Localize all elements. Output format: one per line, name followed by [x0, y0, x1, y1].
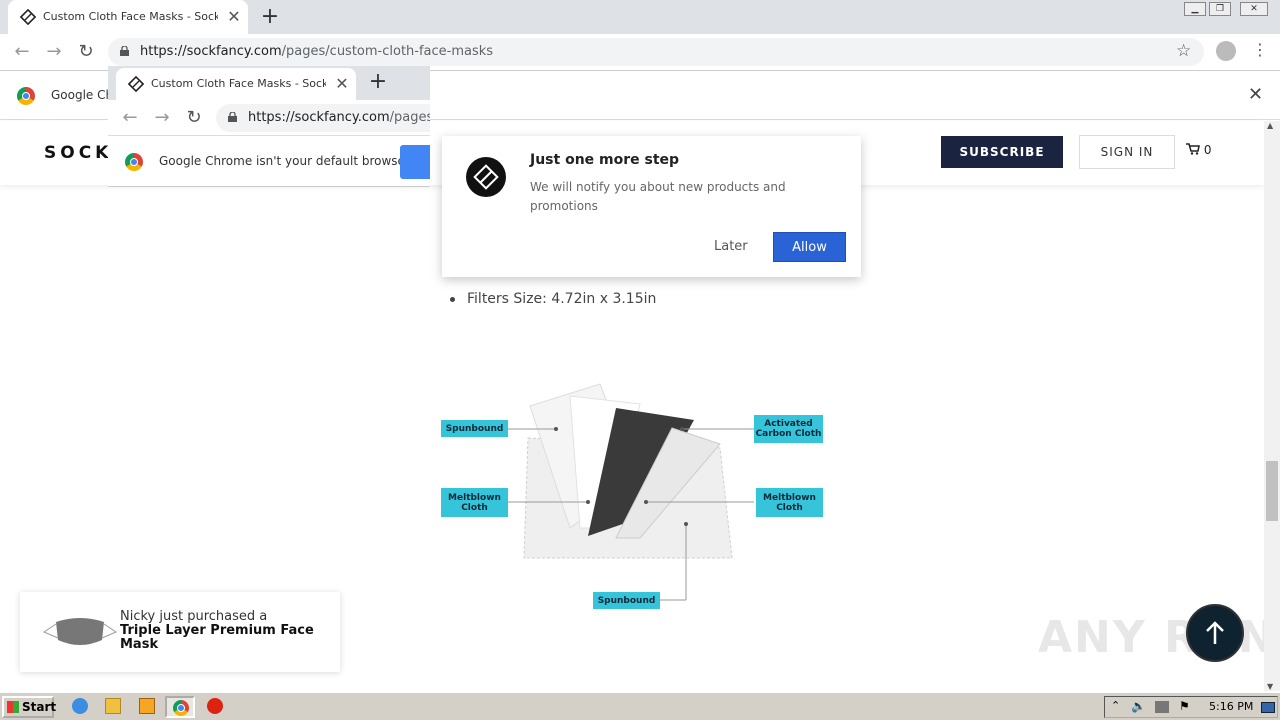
bookmark-star-icon[interactable]: ☆ [1176, 41, 1191, 61]
cart-button[interactable]: 0 [1186, 143, 1211, 157]
overlay-tab-close-icon[interactable]: ✕ [334, 74, 350, 93]
face-mask-thumbnail-icon [42, 618, 118, 645]
menu-dots-icon[interactable]: ⋮ [1252, 40, 1268, 59]
overlay-tab-title: Custom Cloth Face Masks - Sock Fan [151, 77, 326, 90]
overlay-toolbar: ← → ↻ https://sockfancy.com/pages [108, 100, 430, 136]
scroll-down-arrow-icon[interactable]: ▼ [1267, 682, 1273, 691]
show-desktop-icon[interactable] [1261, 702, 1275, 713]
ie-icon[interactable] [72, 698, 88, 714]
infobar-text: Google Ch [51, 88, 114, 102]
popup-message: We will notify you about new products an… [530, 180, 786, 213]
brand-logo-icon [466, 157, 506, 197]
overlay-back-arrow-icon[interactable]: ← [118, 106, 142, 130]
site-favicon-icon [20, 9, 36, 25]
new-tab-button[interactable]: + [258, 4, 282, 29]
cart-count: 0 [1203, 143, 1212, 157]
restore-button[interactable]: ❐ [1209, 2, 1231, 16]
purchase-toast[interactable]: Nicky just purchased a Triple Layer Prem… [20, 592, 340, 672]
windows-logo-icon [7, 701, 19, 713]
overlay-address-bar[interactable]: https://sockfancy.com/pages [216, 104, 430, 132]
infobar-close-icon[interactable]: ✕ [1248, 84, 1263, 105]
chrome-taskbar-button[interactable] [165, 696, 195, 718]
scroll-up-arrow-icon[interactable]: ▲ [1267, 121, 1273, 130]
browser-tab-strip: Custom Cloth Face Masks - Sock Fan ✕ + ▁… [0, 0, 1280, 34]
media-player-icon[interactable] [139, 698, 155, 714]
start-button[interactable]: Start [2, 696, 56, 718]
tray-expand-icon[interactable]: ⌃ [1111, 699, 1120, 712]
filter-size-bullet: Filters Size: 4.72in x 3.15in [450, 291, 656, 307]
system-tray: ⌃ 🔈 ⚑ 5:16 PM [1104, 696, 1278, 718]
label-spunbound-top: Spunbound [441, 420, 508, 437]
page-scrollbar[interactable]: ▲ ▼ [1264, 121, 1280, 691]
chrome-logo-icon [125, 153, 143, 171]
overlay-forward-arrow-icon[interactable]: → [150, 106, 174, 130]
stop-app-icon[interactable] [207, 698, 223, 714]
allow-button[interactable]: Allow [773, 232, 846, 262]
site-logo[interactable]: SOCK [44, 143, 112, 163]
toast-text: Nicky just purchased a Triple Layer Prem… [120, 610, 330, 652]
notification-popup: Just one more step We will notify you ab… [442, 136, 861, 277]
tab-title: Custom Cloth Face Masks - Sock Fan [43, 10, 218, 23]
back-arrow-icon[interactable]: ← [10, 40, 34, 64]
set-default-button[interactable] [400, 145, 430, 179]
address-bar[interactable]: https://sockfancy.com/pages/custom-cloth… [108, 38, 1204, 66]
popup-title: Just one more step [530, 152, 680, 168]
reload-icon[interactable]: ↻ [74, 40, 98, 64]
label-meltblown-right: Meltblown Cloth [756, 488, 823, 517]
site-favicon-icon [128, 76, 144, 92]
minimize-button[interactable]: ▁ [1184, 2, 1206, 16]
forward-arrow-icon[interactable]: → [42, 40, 66, 64]
folder-icon[interactable] [105, 698, 121, 714]
lock-icon [120, 46, 129, 56]
label-activated-carbon: Activated Carbon Cloth [754, 415, 823, 443]
lock-icon [228, 112, 237, 122]
overlay-infobar-text: Google Chrome isn't your default browser [159, 154, 410, 168]
profile-avatar-icon[interactable] [1216, 41, 1236, 61]
tab-close-icon[interactable]: ✕ [226, 7, 242, 26]
volume-icon[interactable]: 🔈 [1131, 699, 1146, 713]
network-icon[interactable] [1155, 701, 1169, 713]
overlay-new-tab-button[interactable]: + [366, 69, 390, 94]
windows-taskbar: Start ⌃ 🔈 ⚑ 5:16 PM [0, 692, 1280, 720]
scrollbar-thumb[interactable] [1266, 461, 1278, 521]
close-window-button[interactable]: ✕ [1240, 2, 1268, 16]
cart-icon [1186, 143, 1200, 155]
browser-tab[interactable]: Custom Cloth Face Masks - Sock Fan ✕ [8, 0, 248, 34]
later-button[interactable]: Later [714, 239, 748, 254]
toast-line: Nicky just purchased a [120, 609, 268, 624]
label-meltblown-left: Meltblown Cloth [441, 488, 508, 517]
scroll-to-top-button[interactable] [1186, 604, 1244, 662]
label-spunbound-bottom: Spunbound [593, 592, 660, 609]
toast-product-name[interactable]: Triple Layer Premium Face Mask [120, 623, 314, 652]
overlay-browser-tab[interactable]: Custom Cloth Face Masks - Sock Fan ✕ [116, 68, 356, 100]
arrow-up-icon [1206, 621, 1224, 644]
flag-icon[interactable]: ⚑ [1179, 699, 1190, 713]
chrome-logo-icon [17, 87, 35, 105]
overlay-browser-window: Custom Cloth Face Masks - Sock Fan ✕ + ←… [108, 66, 430, 187]
subscribe-button[interactable]: SUBSCRIBE [941, 136, 1063, 168]
overlay-tab-strip: Custom Cloth Face Masks - Sock Fan ✕ + [108, 66, 430, 100]
url-text: https://sockfancy.com/pages/custom-cloth… [140, 44, 494, 59]
overlay-reload-icon[interactable]: ↻ [182, 106, 206, 130]
taskbar-clock[interactable]: 5:16 PM [1209, 700, 1253, 713]
chrome-logo-icon [173, 700, 189, 716]
sign-in-button[interactable]: SIGN IN [1079, 135, 1175, 169]
overlay-infobar: Google Chrome isn't your default browser [108, 137, 430, 186]
overlay-url-text: https://sockfancy.com/pages [248, 110, 430, 125]
